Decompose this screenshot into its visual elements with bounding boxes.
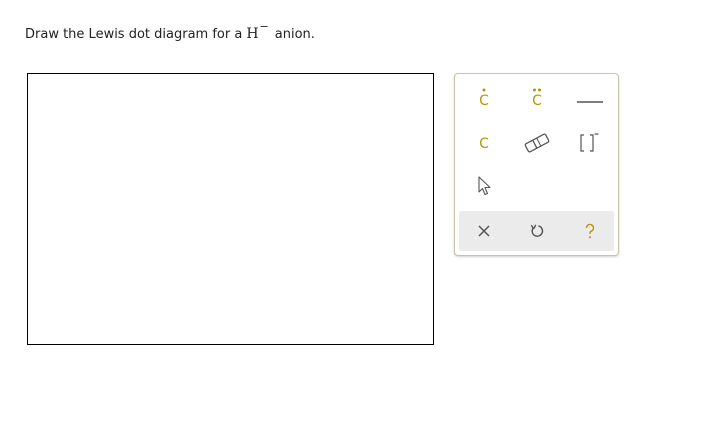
question-prompt: Draw the Lewis dot diagram for a H−anion. <box>25 20 315 44</box>
eraser-icon <box>524 133 550 153</box>
select-pointer-button[interactable] <box>464 170 504 202</box>
question-prefix: Draw the Lewis dot diagram for a <box>25 27 243 42</box>
close-icon <box>478 225 490 237</box>
atom-lone-pair-icon: C <box>532 88 542 109</box>
atom-letter: C <box>532 93 542 109</box>
action-bar <box>459 211 614 251</box>
bracket-charge-button[interactable] <box>570 127 610 159</box>
help-button[interactable] <box>570 215 610 247</box>
bond-line-icon <box>577 101 603 103</box>
species-symbol: H <box>246 26 259 42</box>
clear-button[interactable] <box>464 215 504 247</box>
bracket-icon <box>580 133 599 152</box>
tool-palette: C C C <box>454 73 619 256</box>
species-charge: − <box>259 20 269 33</box>
atom-single-dot-icon: C <box>479 88 489 109</box>
atom-single-dot-button[interactable]: C <box>464 81 504 113</box>
eraser-button[interactable] <box>517 127 557 159</box>
help-icon <box>585 223 595 239</box>
atom-plain-button[interactable]: C <box>464 127 504 159</box>
atom-lone-pair-button[interactable]: C <box>517 81 557 113</box>
drawing-canvas[interactable] <box>27 73 434 345</box>
atom-letter: C <box>479 93 489 109</box>
cursor-arrow-icon <box>478 176 491 196</box>
bond-line-button[interactable] <box>570 81 610 113</box>
undo-button[interactable] <box>517 215 557 247</box>
atom-letter: C <box>479 136 489 152</box>
atom-plain-icon: C <box>479 136 489 152</box>
question-suffix: anion. <box>274 27 315 42</box>
undo-icon <box>530 224 544 237</box>
